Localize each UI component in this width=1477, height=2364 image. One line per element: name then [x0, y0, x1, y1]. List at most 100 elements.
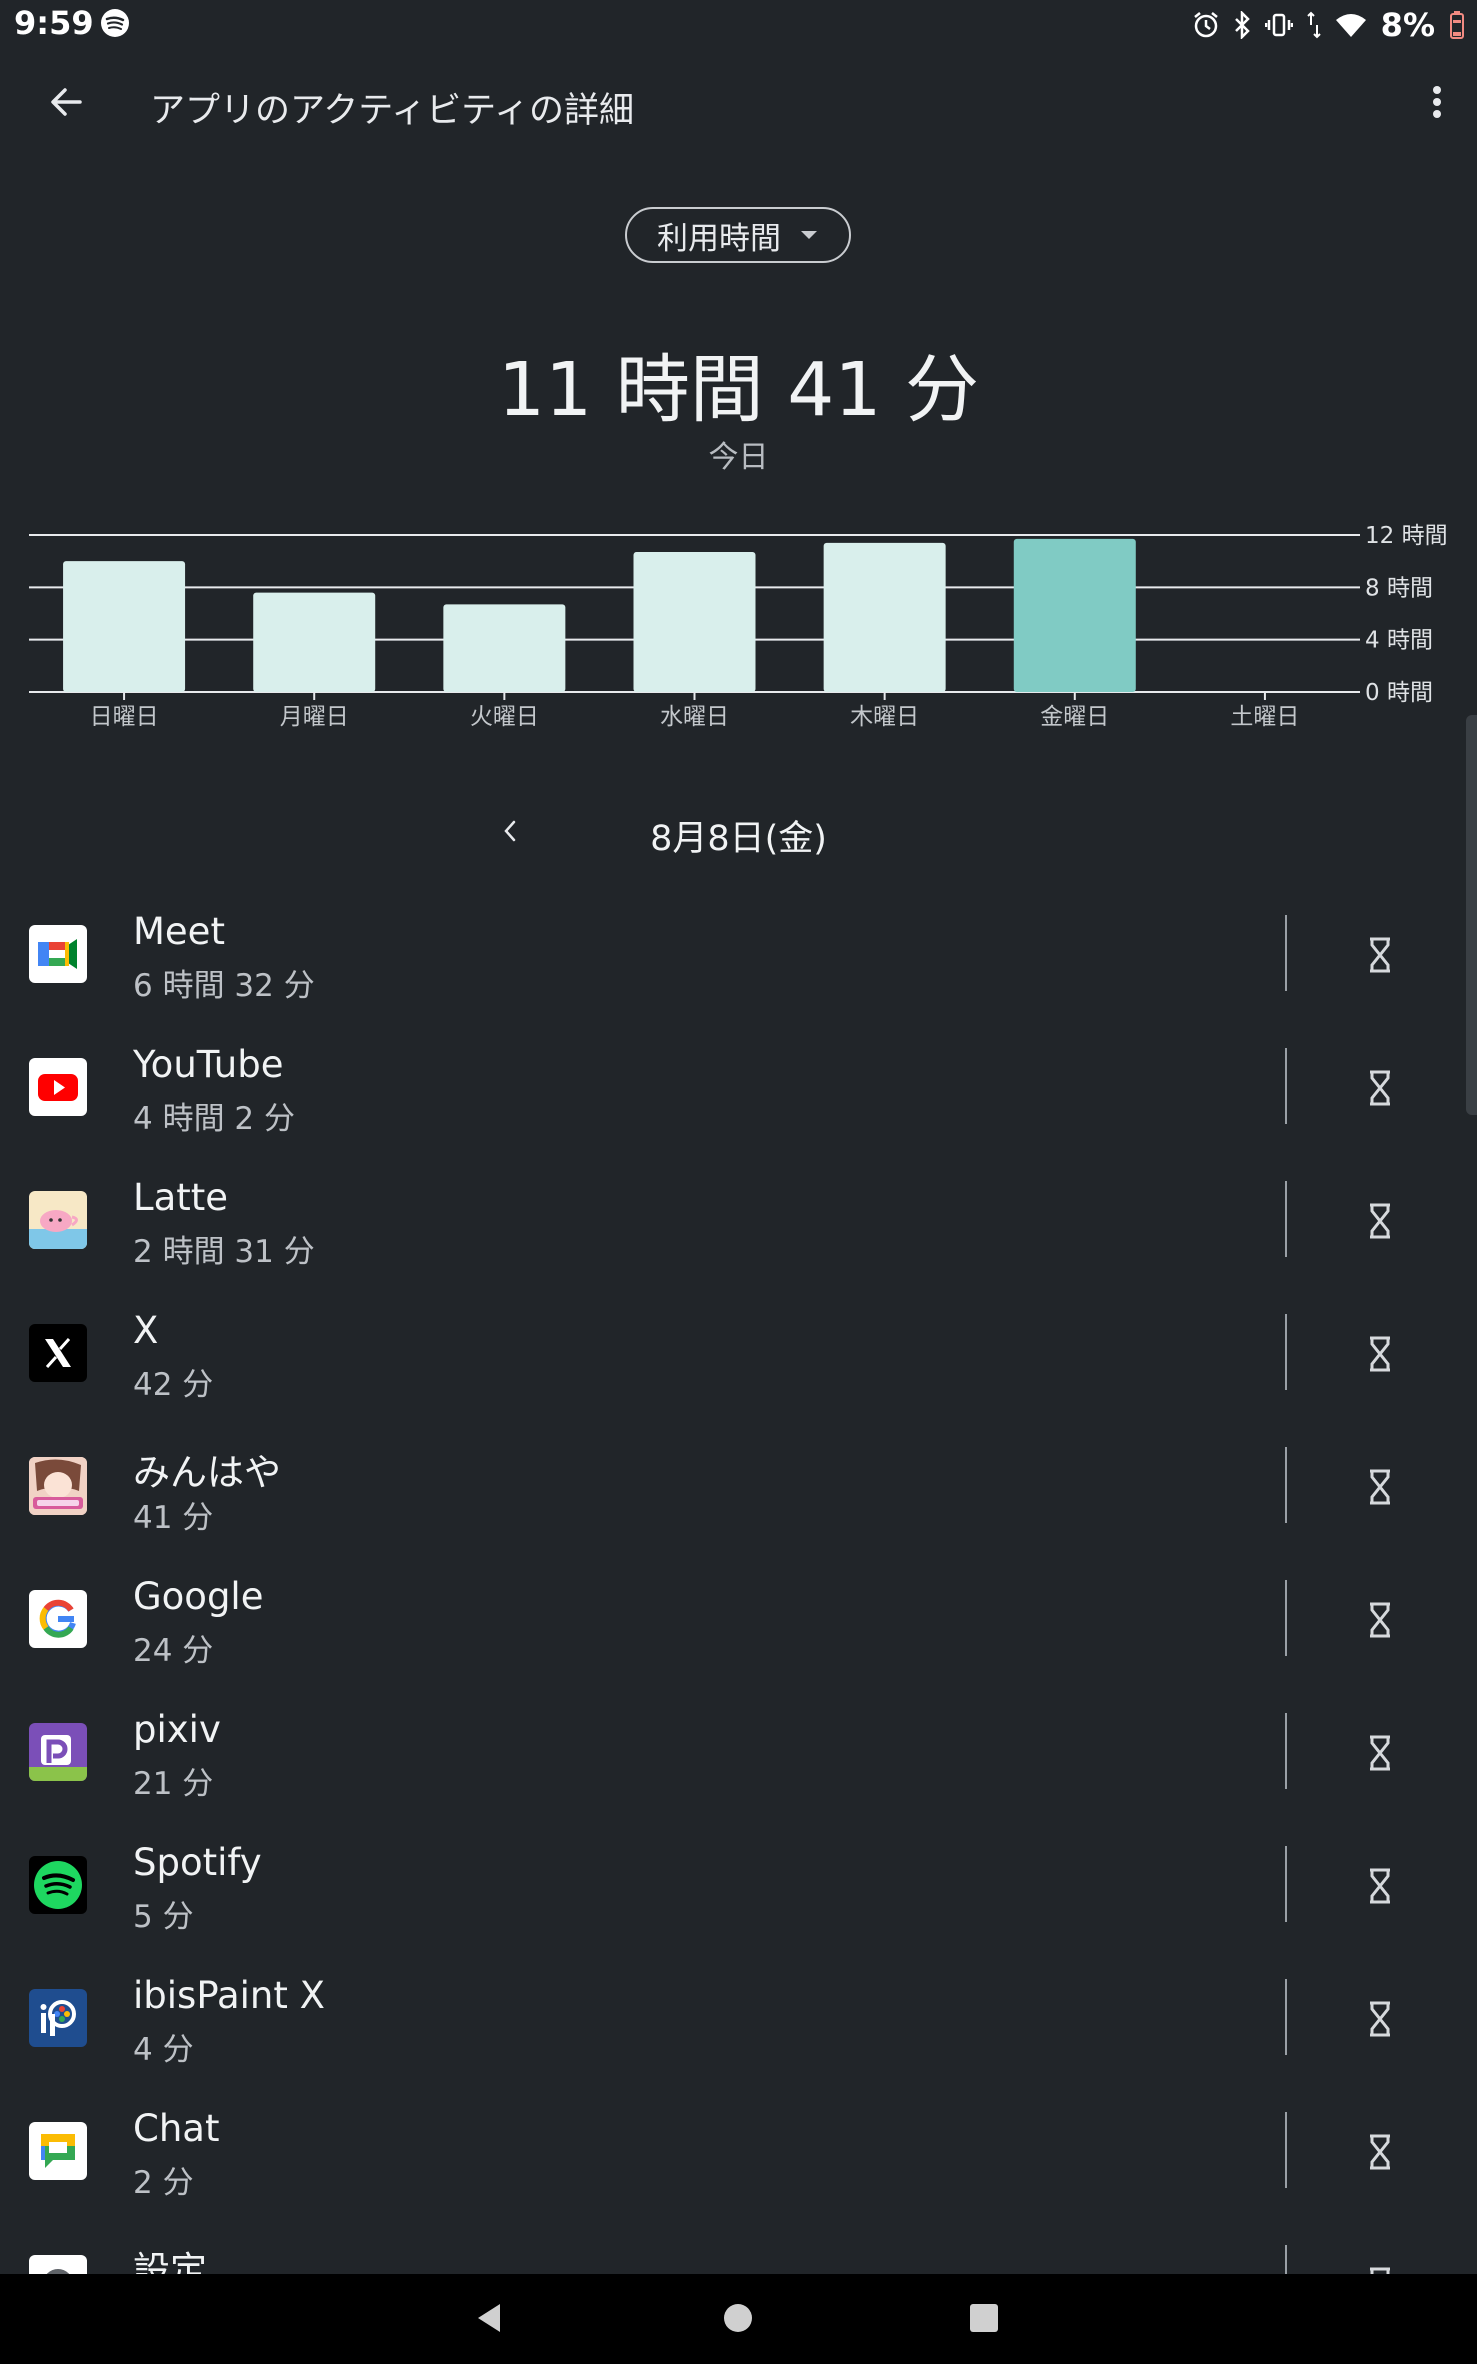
chart-bar[interactable]	[823, 542, 946, 692]
app-timer-button[interactable]	[1357, 1329, 1403, 1379]
app-name: X	[133, 1309, 159, 1352]
hourglass-icon	[1370, 1469, 1390, 1505]
app-usage-time: 4 時間 2 分	[133, 1101, 296, 1137]
x-tick-label: 月曜日	[280, 704, 349, 730]
chart-bar[interactable]	[63, 561, 186, 692]
usage-bar-chart: 12 時間 8 時間 4 時間 0 時間日曜日 月曜日 火曜日 水曜日 木曜日 金曜日 土曜日	[29, 523, 1448, 730]
app-name: Google	[133, 1575, 264, 1618]
row-divider	[1285, 2245, 1287, 2274]
chat-icon	[29, 2122, 87, 2180]
app-row-minhaya[interactable]: みんはや 41 分	[0, 1432, 1477, 1565]
row-divider	[1285, 1713, 1287, 1789]
app-row-settings[interactable]: 設定	[0, 2230, 1477, 2274]
hourglass-icon	[1370, 1336, 1390, 1372]
app-usage-time: 2 時間 31 分	[133, 1234, 315, 1270]
app-name: 設定	[133, 2249, 207, 2274]
hourglass-icon	[1370, 2267, 1390, 2274]
more-options-icon[interactable]	[1411, 76, 1463, 128]
x-tick-label: 火曜日	[470, 704, 539, 730]
app-usage-time: 24 分	[133, 1633, 214, 1669]
app-name: Chat	[133, 2107, 220, 2150]
app-timer-button[interactable]	[1357, 1063, 1403, 1113]
battery-low-icon	[1450, 11, 1464, 39]
app-timer-button[interactable]	[1357, 930, 1403, 980]
app-timer-button[interactable]	[1357, 1462, 1403, 1512]
row-divider	[1285, 1048, 1287, 1124]
status-bar: 9:59 8%	[0, 0, 1477, 48]
hourglass-icon	[1370, 2134, 1390, 2170]
app-timer-button[interactable]	[1357, 1728, 1403, 1778]
chart-bar[interactable]	[1013, 538, 1136, 692]
nav-recents-icon[interactable]	[970, 2304, 998, 2332]
nav-home-icon[interactable]	[724, 2304, 752, 2332]
y-tick-label: 8 時間	[1365, 575, 1433, 601]
y-tick-label: 4 時間	[1365, 628, 1433, 654]
app-row-pixiv[interactable]: pixiv 21 分	[0, 1698, 1477, 1831]
bluetooth-icon	[1234, 11, 1250, 39]
x-tick-label: 日曜日	[90, 704, 159, 730]
app-usage-time: 6 時間 32 分	[133, 968, 315, 1004]
app-name: ibisPaint X	[133, 1974, 325, 2017]
app-timer-button[interactable]	[1357, 1595, 1403, 1645]
app-usage-list: Meet 6 時間 32 分 YouTube 4 時間 2 分 Latte 2 …	[0, 900, 1477, 2274]
nav-back-icon[interactable]	[474, 2302, 504, 2334]
chart-bar[interactable]	[443, 604, 566, 692]
hourglass-icon	[1370, 2001, 1390, 2037]
app-name: Meet	[133, 910, 225, 953]
row-divider	[1285, 1846, 1287, 1922]
app-row-youtube[interactable]: YouTube 4 時間 2 分	[0, 1033, 1477, 1166]
x-tick-label: 木曜日	[850, 704, 919, 730]
youtube-icon	[29, 1058, 87, 1116]
y-tick-label: 0 時間	[1365, 680, 1433, 706]
app-name: YouTube	[133, 1043, 284, 1086]
y-tick-label: 12 時間	[1365, 523, 1448, 549]
hourglass-icon	[1370, 1868, 1390, 1904]
app-row-meet[interactable]: Meet 6 時間 32 分	[0, 900, 1477, 1033]
data-transfer-icon	[1306, 11, 1321, 39]
app-usage-time: 41 分	[133, 1500, 214, 1536]
app-row-ibispaint[interactable]: ibisPaint X 4 分	[0, 1964, 1477, 2097]
hourglass-icon	[1370, 1203, 1390, 1239]
usage-chart: 12 時間 8 時間 4 時間 0 時間 日曜日 月曜日 火曜日 水曜日 木曜日 金曜日 土曜日	[0, 515, 1477, 735]
app-row-x[interactable]: X 42 分	[0, 1299, 1477, 1432]
app-timer-button[interactable]	[1357, 1196, 1403, 1246]
app-row-chat[interactable]: Chat 2 分	[0, 2097, 1477, 2230]
app-timer-button[interactable]	[1357, 2260, 1403, 2274]
back-arrow-icon[interactable]	[40, 76, 92, 128]
row-divider	[1285, 1181, 1287, 1257]
row-divider	[1285, 1979, 1287, 2055]
app-row-spotify[interactable]: Spotify 5 分	[0, 1831, 1477, 1964]
app-timer-button[interactable]	[1357, 1994, 1403, 2044]
ibispaint-icon	[29, 1989, 87, 2047]
x-tick-label: 金曜日	[1040, 704, 1109, 730]
battery-percentage: 8%	[1380, 6, 1435, 44]
vibrate-icon	[1264, 13, 1293, 37]
app-timer-button[interactable]	[1357, 2127, 1403, 2177]
system-navigation-bar	[0, 2274, 1477, 2364]
chart-bar[interactable]	[253, 592, 376, 692]
x-tick-label: 水曜日	[660, 704, 729, 730]
period-label: 今日	[708, 440, 769, 475]
metric-dropdown-label: 利用時間	[657, 220, 781, 257]
hourglass-icon	[1370, 1735, 1390, 1771]
google-icon	[29, 1590, 87, 1648]
app-usage-time: 5 分	[133, 1899, 194, 1935]
app-timer-button[interactable]	[1357, 1861, 1403, 1911]
page-title: アプリのアクティビティの詳細	[150, 91, 635, 131]
minhaya-icon	[29, 1457, 87, 1515]
row-divider	[1285, 1580, 1287, 1656]
app-row-google[interactable]: Google 24 分	[0, 1565, 1477, 1698]
app-usage-time: 2 分	[133, 2165, 194, 2201]
hourglass-icon	[1370, 1070, 1390, 1106]
spotify-status-icon	[101, 9, 129, 37]
app-name: Spotify	[133, 1841, 262, 1884]
metric-dropdown[interactable]: 利用時間	[625, 207, 851, 263]
alarm-icon	[1193, 12, 1218, 38]
meet-icon	[29, 925, 87, 983]
app-row-latte[interactable]: Latte 2 時間 31 分	[0, 1166, 1477, 1299]
app-bar: アプリのアクティビティの詳細	[0, 58, 1477, 148]
spotify-icon	[29, 1856, 87, 1914]
chart-bar[interactable]	[633, 552, 756, 692]
scrollbar-thumb[interactable]	[1466, 715, 1477, 1115]
app-name: pixiv	[133, 1708, 221, 1751]
